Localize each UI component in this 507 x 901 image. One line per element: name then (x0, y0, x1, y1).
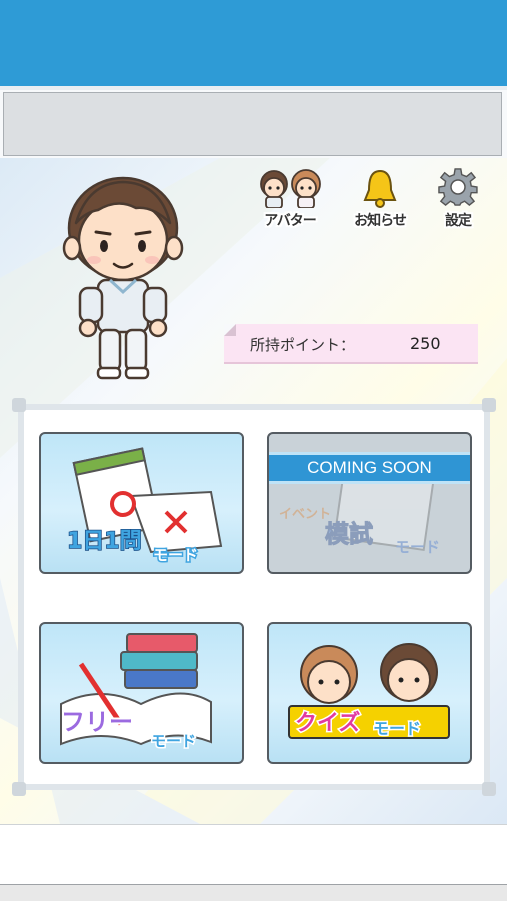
books-icon: フリー モード (59, 633, 212, 752)
calendar-icon: 1日1問 モード (66, 447, 223, 566)
notice-label: お知らせ (354, 213, 407, 229)
top-app-bar (0, 0, 507, 86)
bottom-bar (0, 824, 507, 885)
quiz-mode-title: クイズ (295, 710, 360, 736)
top-bar-divider (0, 86, 507, 90)
free-mode-suffix: モード (151, 732, 196, 750)
system-nav-bar (0, 884, 507, 901)
bell-icon (342, 168, 418, 208)
daily-mode-title: 1日1問 (67, 529, 142, 554)
event-mode-tag: イベント (279, 507, 331, 522)
nurse-avatar[interactable] (58, 168, 188, 384)
avatar-pair-icon (252, 168, 328, 208)
quiz-mode-button[interactable]: クイズ モード (267, 622, 472, 764)
board-corner (482, 782, 496, 796)
tag-fold (224, 324, 236, 336)
free-mode-button[interactable]: フリー モード (39, 622, 244, 764)
free-mode-title: フリー (61, 708, 133, 736)
daily-question-mode-button[interactable]: 1日1問 モード (39, 432, 244, 574)
event-exam-mode-button[interactable]: イベント 模試 モード COMING SOON (267, 432, 472, 574)
avatar-menu-label: アバター (264, 213, 316, 229)
board-corner (12, 398, 26, 412)
gear-icon (420, 168, 496, 208)
daily-mode-suffix: モード (153, 546, 198, 564)
quiz-mode-suffix: モード (373, 719, 421, 738)
points-value: 250 (410, 334, 441, 353)
points-label: 所持ポイント： (250, 336, 356, 354)
banner-placeholder[interactable] (3, 92, 502, 156)
board-corner (12, 782, 26, 796)
settings-label: 設定 (445, 213, 472, 229)
board-corner (482, 398, 496, 412)
event-mode-suffix: モード (395, 538, 440, 556)
notice-button[interactable]: お知らせ (342, 168, 418, 232)
quiz-characters-icon: クイズ モード (288, 643, 450, 740)
event-mode-title: 模試 (325, 520, 373, 548)
points-display: 所持ポイント： 250 (224, 324, 478, 364)
settings-button[interactable]: 設定 (420, 168, 496, 232)
coming-soon-badge: COMING SOON (269, 452, 470, 484)
avatar-menu-button[interactable]: アバター (252, 168, 328, 232)
